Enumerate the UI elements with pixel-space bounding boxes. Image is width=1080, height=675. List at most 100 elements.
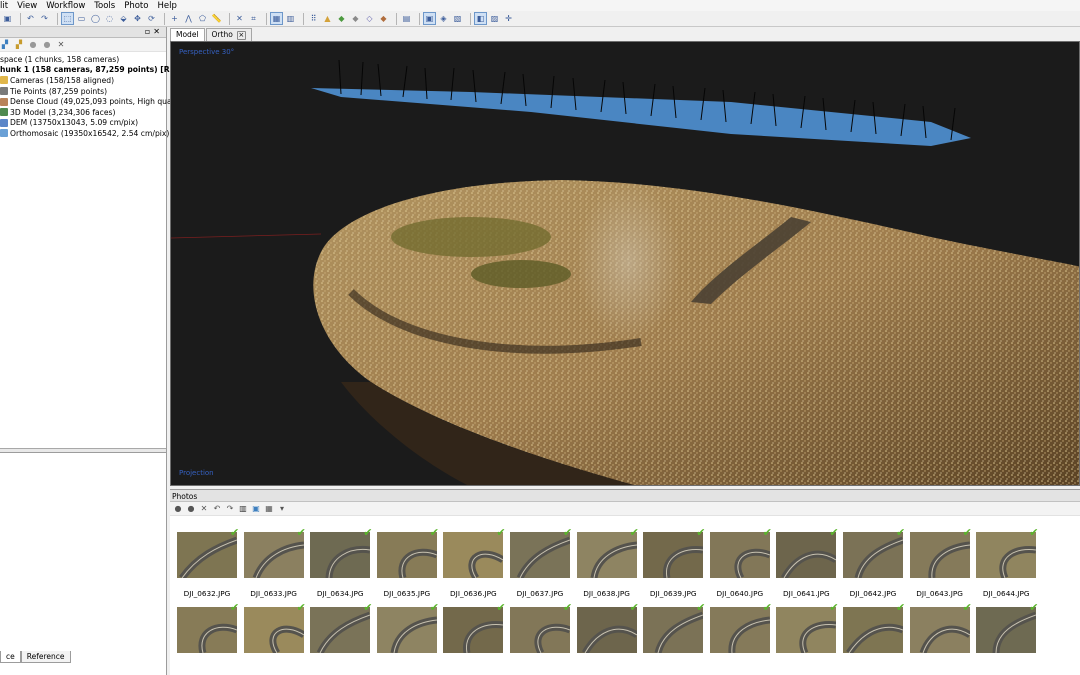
- photo-thumbnail[interactable]: ✔: [709, 602, 772, 653]
- red-axis-line: [171, 233, 322, 239]
- tab-reference[interactable]: Reference: [20, 651, 71, 663]
- rotate-region-icon[interactable]: ⟳: [146, 13, 157, 24]
- photo-thumbnail[interactable]: ✔ DJI_0633.JPG: [243, 527, 306, 598]
- tree-item[interactable]: Tie Points (87,259 points): [0, 86, 166, 97]
- ortho-view-icon[interactable]: ◧: [474, 12, 487, 25]
- menu-view[interactable]: View: [17, 1, 37, 11]
- photo-thumbnail[interactable]: ✔: [576, 602, 639, 653]
- menu-bar: lit View Workflow Tools Photo Help: [0, 0, 1080, 11]
- menu-photo[interactable]: Photo: [124, 1, 148, 11]
- photo-thumbnail[interactable]: ✔: [843, 602, 905, 653]
- add-photos-icon[interactable]: ▞: [14, 40, 24, 50]
- panel-float-close-icons[interactable]: ▫✕: [145, 27, 163, 36]
- crop-selection-icon[interactable]: ⌗: [248, 13, 259, 24]
- view-mode-icon[interactable]: ▦: [264, 504, 274, 514]
- add-chunk-icon[interactable]: ▞: [0, 40, 10, 50]
- draw-polyline-icon[interactable]: ⋀: [183, 13, 194, 24]
- ruler-icon[interactable]: 📏: [211, 13, 222, 24]
- photo-thumbnail[interactable]: ✔: [243, 602, 306, 653]
- photo-thumbnail[interactable]: ✔ DJI_0635.JPG: [376, 527, 439, 598]
- tab-model[interactable]: Model: [170, 28, 205, 41]
- menu-edit[interactable]: lit: [0, 1, 8, 11]
- photo-thumbnail[interactable]: ✔: [776, 602, 839, 653]
- photo-thumbnail[interactable]: ✔ DJI_0642.JPG: [843, 527, 905, 598]
- photo-thumbnail[interactable]: ✔ DJI_0638.JPG: [576, 527, 639, 598]
- reset-view-icon[interactable]: ✛: [503, 13, 514, 24]
- photo-thumbnail[interactable]: ✔: [443, 602, 506, 653]
- filter-by-selection-icon[interactable]: ▣: [251, 504, 261, 514]
- grid-icon[interactable]: ▥: [285, 13, 296, 24]
- shaded-model-icon[interactable]: ◆: [336, 13, 347, 24]
- tree-item-label: Tie Points (87,259 points): [10, 86, 108, 96]
- show-markers-icon[interactable]: ◈: [438, 13, 449, 24]
- tree-item[interactable]: Orthomosaic (19350x16542, 2.54 cm/pix): [0, 128, 169, 139]
- point-cloud-icon[interactable]: ⠿: [308, 13, 319, 24]
- photo-thumbnail[interactable]: ✔ DJI_0637.JPG: [510, 527, 572, 598]
- tree-item[interactable]: Cameras (158/158 aligned): [0, 75, 166, 86]
- reset-filter-icon[interactable]: ▥: [238, 504, 248, 514]
- close-icon[interactable]: ×: [236, 30, 246, 40]
- model-viewport[interactable]: Perspective 30° Projection: [170, 41, 1080, 486]
- delete-selection-icon[interactable]: ✕: [234, 13, 245, 24]
- photo-thumbnail[interactable]: ✔: [909, 602, 972, 653]
- aligned-check-icon: ✔: [496, 601, 506, 614]
- tree-item[interactable]: DEM (13750x13043, 5.09 cm/pix): [0, 118, 166, 129]
- enable-icon[interactable]: ●: [173, 504, 183, 514]
- rectangle-selection-icon[interactable]: ▭: [76, 13, 87, 24]
- photo-thumbnail[interactable]: ✔ DJI_0636.JPG: [443, 527, 506, 598]
- draw-point-icon[interactable]: +: [169, 13, 180, 24]
- photo-thumbnail[interactable]: ✔ DJI_0643.JPG: [909, 527, 972, 598]
- undo-icon[interactable]: ↶: [25, 13, 36, 24]
- tree-item[interactable]: space (1 chunks, 158 cameras): [0, 54, 166, 65]
- show-cameras-icon[interactable]: ▦: [270, 12, 283, 25]
- photo-thumbnail[interactable]: ✔ DJI_0644.JPG: [976, 527, 1038, 598]
- photo-thumbnail[interactable]: ✔ DJI_0641.JPG: [776, 527, 839, 598]
- tree-item[interactable]: hunk 1 (158 cameras, 87,259 points) [R]: [0, 65, 173, 76]
- photo-thumbnail[interactable]: ✔ DJI_0634.JPG: [310, 527, 372, 598]
- tab-ortho[interactable]: Ortho ×: [205, 28, 252, 41]
- photo-thumbnail[interactable]: ✔: [376, 602, 439, 653]
- save-icon[interactable]: ▣: [2, 13, 13, 24]
- redo-icon[interactable]: ↷: [39, 13, 50, 24]
- photo-thumbnail[interactable]: ✔ DJI_0639.JPG: [643, 527, 705, 598]
- show-basemap-icon[interactable]: ▨: [489, 13, 500, 24]
- tree-item[interactable]: 3D Model (3,234,306 faces): [0, 107, 166, 118]
- photo-thumbnail[interactable]: ✔: [643, 602, 705, 653]
- wireframe-model-icon[interactable]: ◇: [364, 13, 375, 24]
- move-region-icon[interactable]: ✥: [132, 13, 143, 24]
- disable-icon[interactable]: ●: [42, 40, 52, 50]
- circle-selection-icon[interactable]: ◯: [90, 13, 101, 24]
- photo-image: [776, 532, 837, 578]
- textured-model-icon[interactable]: ◆: [378, 13, 389, 24]
- remove-icon[interactable]: ✕: [56, 40, 66, 50]
- rotate-right-icon[interactable]: ↷: [225, 504, 235, 514]
- photo-thumbnail[interactable]: ✔: [976, 602, 1038, 653]
- remove-icon[interactable]: ✕: [199, 504, 209, 514]
- chevron-down-icon[interactable]: ▾: [277, 504, 287, 514]
- photo-thumbnail[interactable]: ✔: [177, 602, 239, 653]
- enable-icon[interactable]: ●: [28, 40, 38, 50]
- free-form-selection-icon[interactable]: ◌: [104, 13, 115, 24]
- dem-icon[interactable]: ▤: [401, 13, 412, 24]
- photo-image: [376, 532, 437, 578]
- dense-cloud-icon[interactable]: ▲: [322, 13, 333, 24]
- menu-help[interactable]: Help: [157, 1, 176, 11]
- navigation-icon[interactable]: ⬚: [61, 12, 74, 25]
- disable-icon[interactable]: ●: [186, 504, 196, 514]
- solid-model-icon[interactable]: ◆: [350, 13, 361, 24]
- photo-image: [776, 607, 837, 653]
- photo-thumbnail[interactable]: ✔ DJI_0632.JPG: [177, 527, 239, 598]
- menu-tools[interactable]: Tools: [94, 1, 115, 11]
- photo-thumbnail[interactable]: ✔: [310, 602, 372, 653]
- photo-thumbnail[interactable]: ✔ DJI_0640.JPG: [709, 527, 772, 598]
- aligned-check-icon: ✔: [563, 601, 573, 614]
- rotate-left-icon[interactable]: ↶: [212, 504, 222, 514]
- show-shapes-icon[interactable]: ▧: [452, 13, 463, 24]
- menu-workflow[interactable]: Workflow: [46, 1, 85, 11]
- photo-thumbnail[interactable]: ✔: [510, 602, 572, 653]
- resize-region-icon[interactable]: ⬙: [118, 13, 129, 24]
- show-region-icon[interactable]: ▣: [423, 12, 436, 25]
- tab-workspace[interactable]: ce: [0, 651, 21, 663]
- tree-item[interactable]: Dense Cloud (49,025,093 points, High qua…: [0, 96, 186, 107]
- draw-polygon-icon[interactable]: ⬠: [197, 13, 208, 24]
